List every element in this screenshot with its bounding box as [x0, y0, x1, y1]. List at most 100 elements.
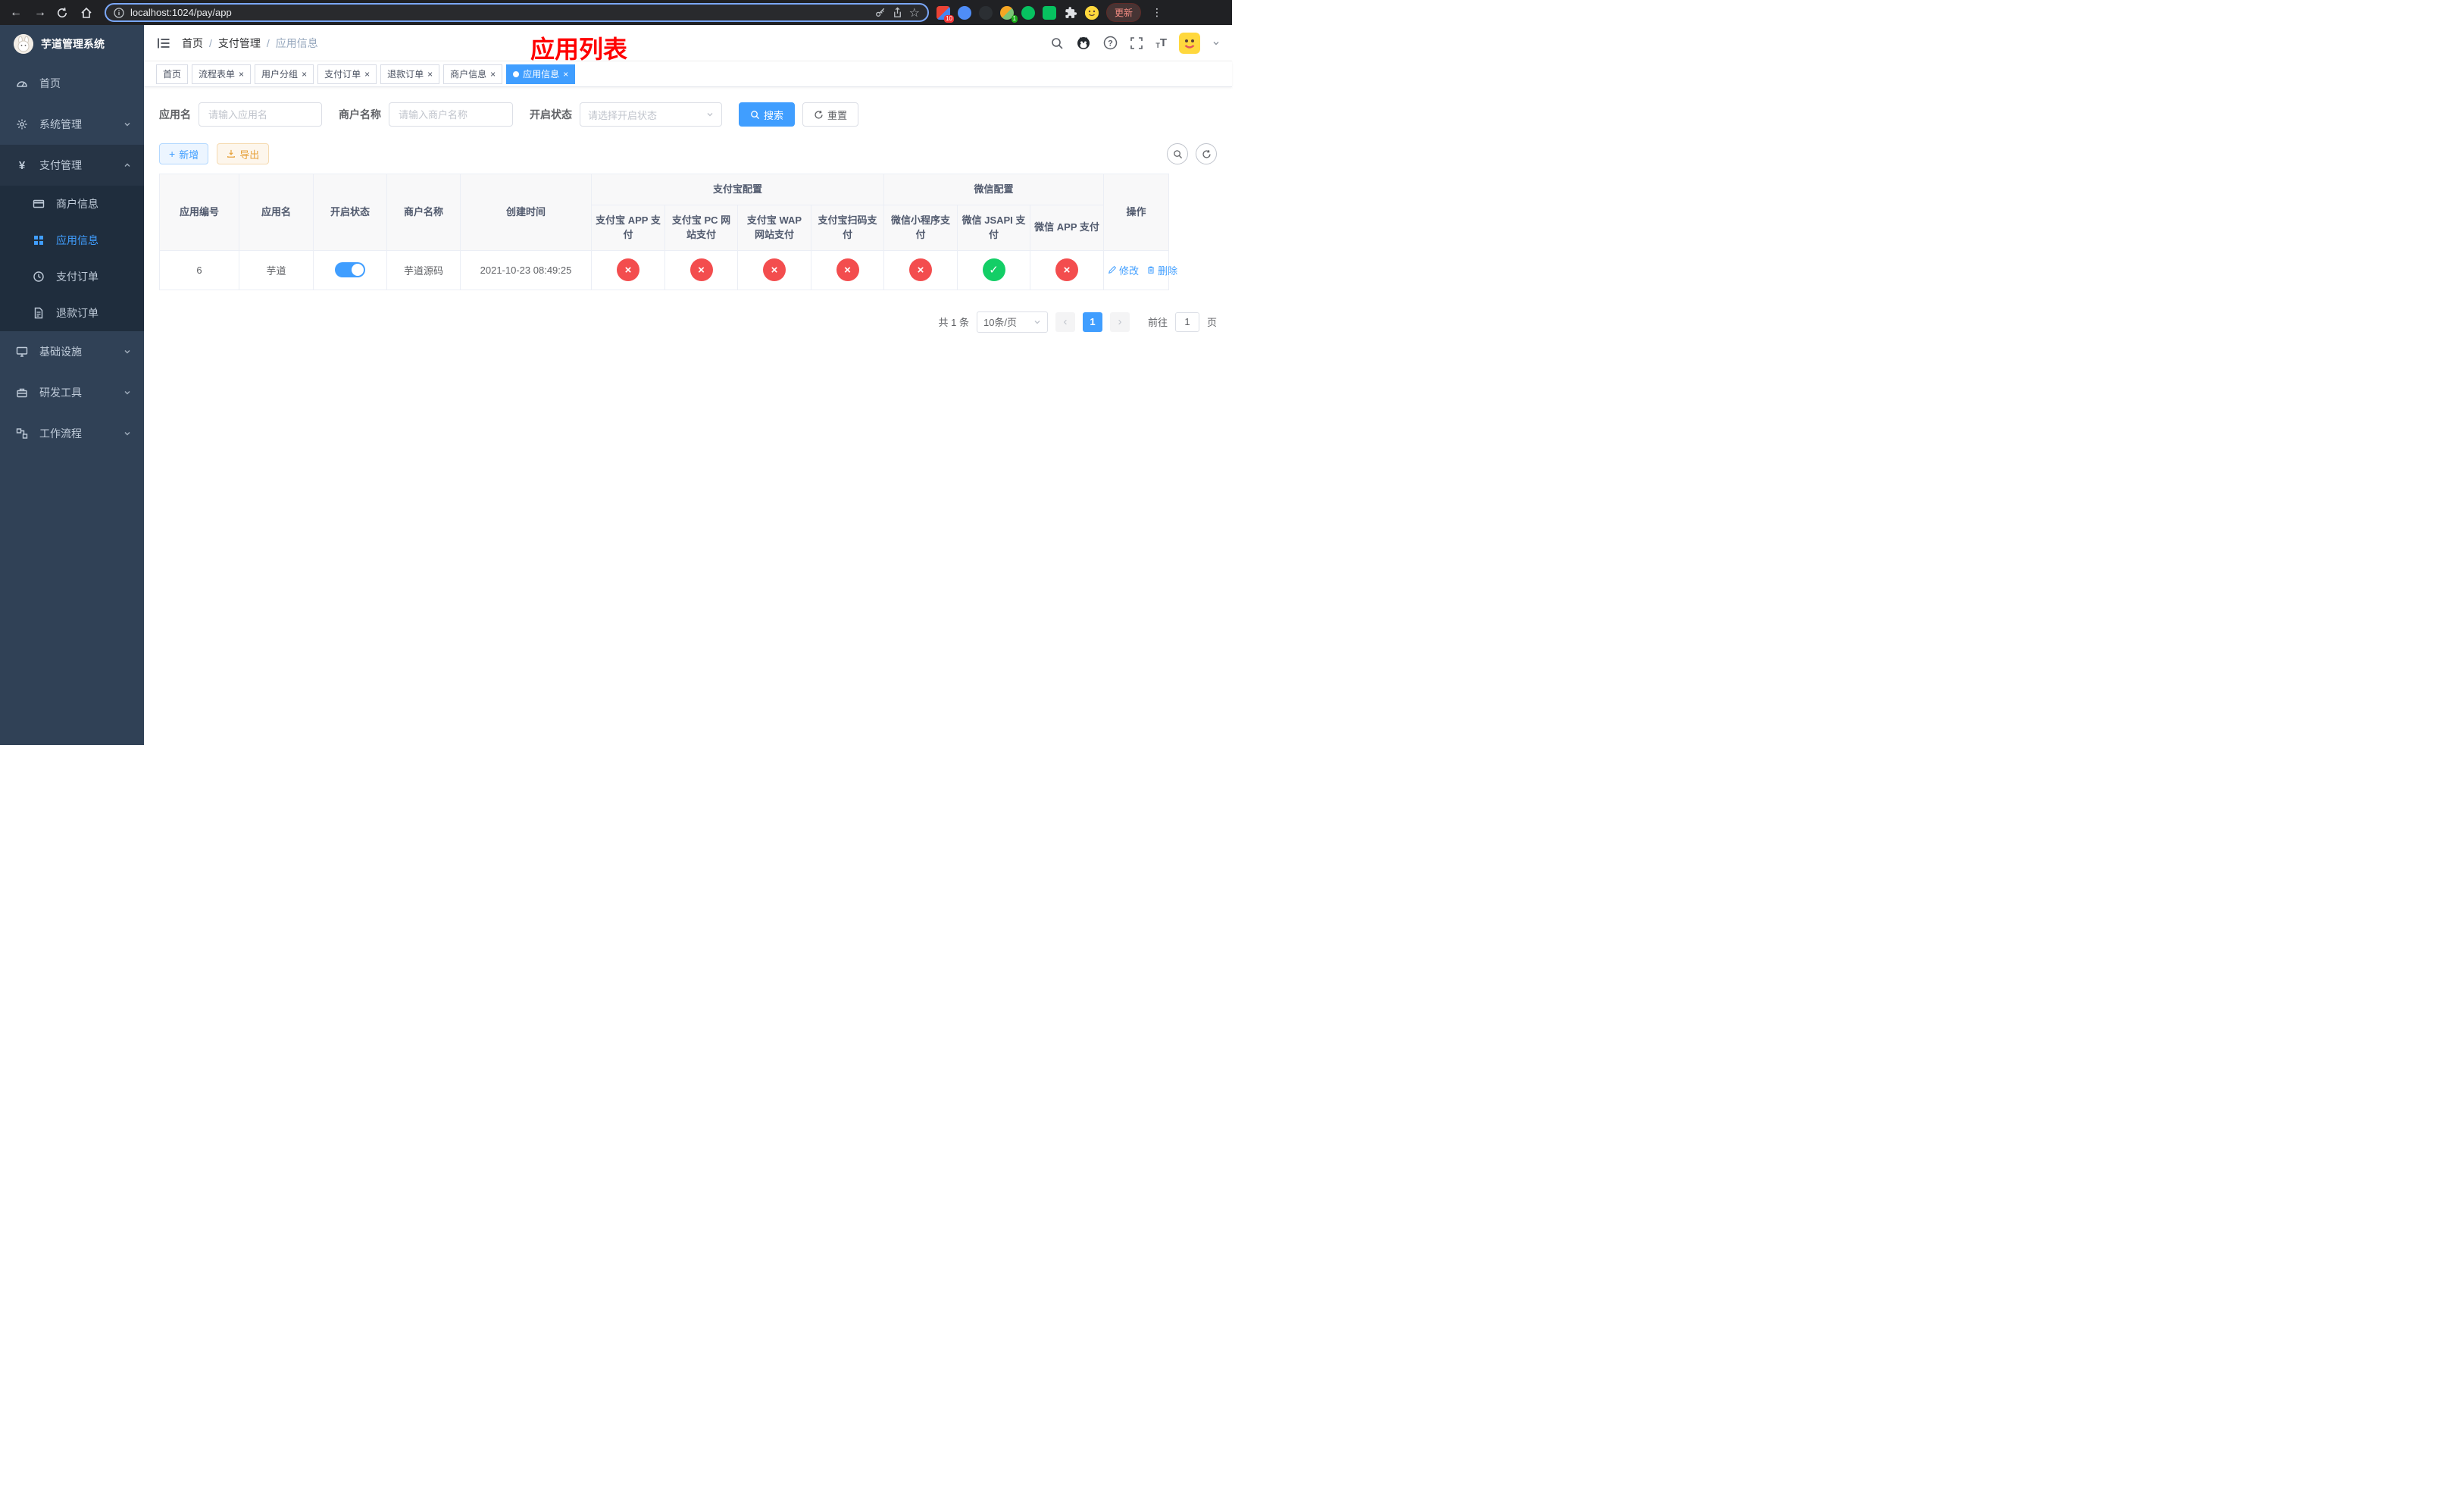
status-alipay-qr[interactable]: × — [836, 258, 859, 281]
sidebar-item-home[interactable]: 首页 — [0, 63, 144, 104]
tags-view-bar: 首页 流程表单 × 用户分组 × 支付订单 × 退款订单 × 商户信息 × 应用信息 × — [144, 61, 1232, 87]
extension-grid-icon[interactable]: 10 — [937, 5, 954, 23]
extension-dark-icon[interactable] — [979, 5, 993, 20]
status-select[interactable]: 请选择开启状态 — [580, 102, 722, 127]
browser-menu-icon[interactable]: ⋮ — [1149, 6, 1165, 19]
reload-icon[interactable] — [56, 7, 73, 19]
github-icon[interactable] — [1076, 36, 1091, 51]
prev-page-button[interactable]: ‹ — [1055, 311, 1075, 332]
tab-pay-order[interactable]: 支付订单 × — [317, 64, 377, 84]
app-name-input[interactable] — [199, 102, 322, 127]
sidebar-item-system[interactable]: 系统管理 — [0, 104, 144, 145]
sidebar-item-label: 首页 — [39, 77, 61, 89]
tab-process-form[interactable]: 流程表单 × — [192, 64, 252, 84]
sidebar-item-payment[interactable]: ¥ 支付管理 — [0, 145, 144, 186]
close-icon[interactable]: × — [427, 69, 433, 80]
cell-wechat-jsapi: ✓ — [957, 249, 1031, 290]
cell-wechat-app: × — [1030, 249, 1105, 290]
breadcrumb-payment[interactable]: 支付管理 — [218, 36, 261, 51]
sidebar-item-pay-orders[interactable]: 支付订单 — [0, 258, 144, 295]
export-button[interactable]: 导出 — [217, 143, 270, 164]
chevron-up-icon — [123, 161, 132, 170]
page-content: 应用名 商户名称 开启状态 请选择开启状态 搜索 — [144, 87, 1232, 348]
chevron-down-icon — [123, 120, 132, 129]
help-icon[interactable]: ? — [1103, 36, 1118, 50]
status-wechat-app[interactable]: × — [1055, 258, 1079, 281]
tab-refund-order[interactable]: 退款订单 × — [380, 64, 440, 84]
hamburger-icon[interactable] — [156, 36, 171, 51]
tab-label: 应用信息 — [523, 69, 560, 80]
back-icon[interactable]: ← — [8, 6, 24, 20]
close-icon[interactable]: × — [490, 69, 496, 80]
clock-icon — [32, 271, 45, 283]
reset-button[interactable]: 重置 — [802, 102, 859, 127]
sidebar-logo[interactable]: 芋道管理系统 — [0, 25, 144, 63]
forward-icon[interactable]: → — [32, 6, 48, 20]
app-table: 应用编号 应用名 开启状态 商户名称 创建时间 支付宝配置 微信配置 操作 支付… — [159, 174, 1177, 290]
site-info-icon[interactable] — [114, 7, 124, 18]
app-name-label: 应用名 — [159, 108, 191, 121]
gear-icon — [15, 118, 29, 130]
sidebar-item-app-info[interactable]: 应用信息 — [0, 222, 144, 258]
close-icon[interactable]: × — [364, 69, 370, 80]
tab-home[interactable]: 首页 — [156, 64, 189, 84]
extension-blue-icon[interactable] — [958, 5, 971, 20]
page-number[interactable]: 1 — [1082, 311, 1102, 332]
profile-avatar-icon[interactable] — [1085, 5, 1099, 20]
extension-avatar-icon[interactable]: 1 — [1000, 5, 1018, 23]
goto-page-input[interactable] — [1174, 311, 1199, 332]
user-avatar[interactable] — [1179, 32, 1200, 54]
search-button[interactable]: 搜索 — [739, 102, 796, 127]
merchant-name-input[interactable] — [389, 102, 513, 127]
sidebar-item-dev-tools[interactable]: 研发工具 — [0, 372, 144, 413]
status-wechat-mini[interactable]: × — [909, 258, 933, 281]
url-text[interactable]: localhost:1024/pay/app — [130, 7, 868, 18]
toggle-search-button[interactable] — [1167, 143, 1188, 164]
breadcrumb-separator: / — [209, 36, 212, 49]
home-icon[interactable] — [80, 7, 97, 19]
extensions-puzzle-icon[interactable] — [1064, 6, 1077, 20]
bookmark-star-icon[interactable]: ☆ — [909, 5, 920, 20]
breadcrumb-home[interactable]: 首页 — [182, 36, 203, 51]
close-icon[interactable]: × — [302, 69, 307, 80]
close-icon[interactable]: × — [239, 69, 244, 80]
breadcrumb-separator: / — [266, 36, 270, 49]
sidebar-item-workflow[interactable]: 工作流程 — [0, 413, 144, 454]
enabled-toggle[interactable] — [335, 262, 365, 277]
tab-app-info[interactable]: 应用信息 × — [506, 64, 576, 84]
cell-alipay-wap: × — [737, 249, 811, 290]
share-icon[interactable] — [892, 7, 903, 18]
cell-alipay-app: × — [591, 249, 665, 290]
toolbar: + 新增 导出 — [159, 143, 1217, 164]
search-icon[interactable] — [1050, 36, 1064, 50]
cell-status — [313, 249, 387, 290]
sidebar-item-merchant-info[interactable]: 商户信息 — [0, 186, 144, 222]
pencil-icon — [1108, 265, 1117, 274]
refresh-table-button[interactable] — [1196, 143, 1217, 164]
sidebar-item-label: 支付订单 — [56, 271, 98, 283]
browser-update-button[interactable]: 更新 — [1106, 3, 1142, 22]
status-alipay-app[interactable]: × — [617, 258, 639, 281]
tab-user-group[interactable]: 用户分组 × — [255, 64, 314, 84]
close-icon[interactable]: × — [563, 69, 568, 80]
status-wechat-jsapi[interactable]: ✓ — [982, 258, 1005, 281]
avatar-caret-icon[interactable] — [1212, 39, 1220, 47]
page-size-select[interactable]: 10条/页 — [976, 311, 1048, 333]
extension-wechat-devtools-icon[interactable] — [1021, 5, 1035, 20]
tab-merchant-info[interactable]: 商户信息 × — [443, 64, 503, 84]
address-bar[interactable]: localhost:1024/pay/app ☆ — [105, 3, 929, 22]
cell-app-name: 芋道 — [239, 249, 314, 290]
delete-link[interactable]: 删除 — [1146, 263, 1177, 277]
password-key-icon[interactable] — [874, 7, 886, 18]
add-button[interactable]: + 新增 — [159, 143, 209, 164]
extension-wechat-icon[interactable] — [1043, 5, 1056, 20]
font-size-icon[interactable]: TT — [1155, 36, 1167, 49]
sidebar-item-refund-orders[interactable]: 退款订单 — [0, 295, 144, 331]
status-alipay-pc[interactable]: × — [689, 258, 713, 281]
status-alipay-wap[interactable]: × — [763, 258, 786, 281]
edit-link[interactable]: 修改 — [1108, 263, 1139, 277]
next-page-button[interactable]: › — [1109, 311, 1130, 332]
col-wechat-mini: 微信小程序支付 — [883, 204, 958, 251]
fullscreen-icon[interactable] — [1130, 36, 1143, 50]
sidebar-item-infrastructure[interactable]: 基础设施 — [0, 331, 144, 372]
